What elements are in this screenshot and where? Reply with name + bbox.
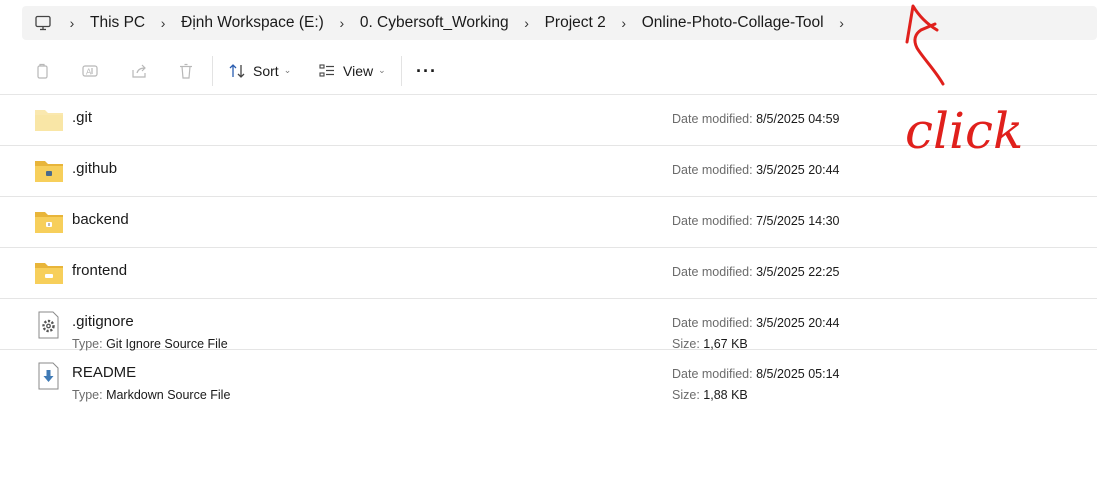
file-type: Type: Markdown Source File <box>72 388 231 402</box>
date-modified: Date modified: 8/5/2025 04:59 <box>672 112 840 126</box>
command-bar: A Sort ⌄ View ⌄ ··· <box>0 48 1097 95</box>
breadcrumb-drive[interactable]: Định Workspace (E:) <box>175 14 330 32</box>
file-name: backend <box>72 211 129 228</box>
file-name: .github <box>72 160 118 177</box>
chevron-down-icon: ⌄ <box>283 64 292 75</box>
folder-icon <box>34 209 66 237</box>
chevron-right-icon[interactable]: › <box>151 15 175 31</box>
date-modified: Date modified: 3/5/2025 22:25 <box>672 265 840 279</box>
view-icon <box>319 64 334 77</box>
file-name: .gitignore <box>72 313 134 330</box>
date-modified: Date modified: 8/5/2025 05:14 <box>672 367 840 381</box>
file-name: README <box>72 364 137 381</box>
share-icon[interactable] <box>127 59 151 83</box>
list-item[interactable]: backend Date modified: 7/5/2025 14:30 <box>0 197 1097 248</box>
breadcrumb-working[interactable]: 0. Cybersoft_Working <box>354 14 515 32</box>
date-modified: Date modified: 3/5/2025 20:44 <box>672 163 840 177</box>
sort-icon <box>229 64 245 78</box>
chevron-right-icon[interactable]: › <box>612 15 636 31</box>
delete-icon[interactable] <box>174 59 198 83</box>
computer-icon[interactable] <box>32 12 54 34</box>
date-modified: Date modified: 7/5/2025 14:30 <box>672 214 840 228</box>
chevron-right-icon[interactable]: › <box>60 15 84 31</box>
copy-icon[interactable] <box>30 59 54 83</box>
file-size: Size: 1,67 KB <box>672 337 748 351</box>
breadcrumb-current-folder[interactable]: Online-Photo-Collage-Tool <box>636 14 830 32</box>
sort-label: Sort <box>253 63 279 79</box>
address-bar: › This PC › Định Workspace (E:) › 0. Cyb… <box>0 0 1097 47</box>
toolbar-divider <box>212 56 213 86</box>
chevron-right-icon[interactable]: › <box>830 15 854 31</box>
more-options-button[interactable]: ··· <box>416 59 437 83</box>
file-name: .git <box>72 109 93 126</box>
folder-icon <box>34 107 66 135</box>
file-size: Size: 1,88 KB <box>672 388 748 402</box>
chevron-down-icon: ⌄ <box>378 64 386 75</box>
list-item[interactable]: .gitignore Type: Git Ignore Source File … <box>0 299 1097 351</box>
list-item[interactable]: .git Date modified: 8/5/2025 04:59 <box>0 95 1097 146</box>
file-list: .git Date modified: 8/5/2025 04:59 .gith… <box>0 95 1097 402</box>
markdown-file-icon <box>34 362 66 390</box>
folder-icon <box>34 260 66 288</box>
gear-file-icon <box>34 311 66 339</box>
breadcrumb-project[interactable]: Project 2 <box>539 14 612 32</box>
chevron-right-icon[interactable]: › <box>330 15 354 31</box>
list-item[interactable]: .github Date modified: 3/5/2025 20:44 <box>0 146 1097 197</box>
list-item[interactable]: README Type: Markdown Source File Date m… <box>0 350 1097 402</box>
date-modified: Date modified: 3/5/2025 20:44 <box>672 316 840 330</box>
svg-text:A: A <box>86 68 92 77</box>
folder-icon <box>34 158 66 186</box>
toolbar-divider <box>401 56 402 86</box>
breadcrumb-this-pc[interactable]: This PC <box>84 14 151 32</box>
file-name: frontend <box>72 262 128 279</box>
list-item[interactable]: frontend Date modified: 3/5/2025 22:25 <box>0 248 1097 299</box>
file-type: Type: Git Ignore Source File <box>72 337 228 351</box>
rename-icon[interactable]: A <box>78 59 102 83</box>
sort-button[interactable]: Sort ⌄ <box>228 59 291 83</box>
view-button[interactable]: View ⌄ <box>318 59 386 83</box>
chevron-right-icon[interactable]: › <box>515 15 539 31</box>
breadcrumb[interactable]: › This PC › Định Workspace (E:) › 0. Cyb… <box>22 6 1097 40</box>
view-label: View <box>343 63 374 79</box>
